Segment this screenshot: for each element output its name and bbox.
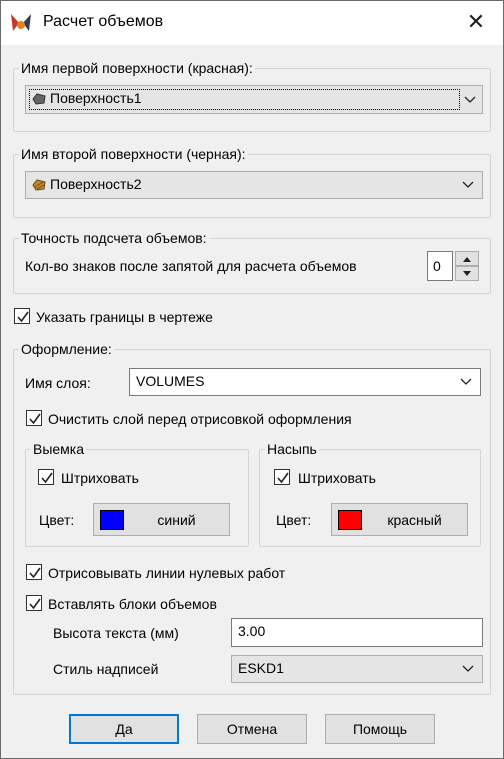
checkmark-icon [277, 472, 289, 484]
label-style-select[interactable]: ESKD1 [231, 655, 483, 683]
arrow-up-icon [463, 257, 471, 262]
zero-lines-checkbox[interactable] [26, 564, 42, 580]
layer-value: VOLUMES [136, 373, 205, 389]
cut-hatch-checkbox[interactable] [38, 469, 54, 485]
surface2-select[interactable]: Поверхность2 [25, 171, 483, 199]
insert-blocks-checkbox[interactable] [26, 595, 42, 611]
arrow-down-icon [463, 271, 471, 276]
cancel-button[interactable]: Отмена [197, 714, 307, 744]
label-style-value: ESKD1 [238, 660, 284, 676]
fill-color-button[interactable]: красный [331, 503, 468, 536]
surface2-value: Поверхность2 [50, 176, 142, 192]
digits-up-button[interactable] [455, 251, 479, 266]
fill-color-label: Цвет: [276, 512, 312, 528]
zero-lines-label[interactable]: Отрисовывать линии нулевых работ [48, 565, 285, 581]
clear-layer-label[interactable]: Очистить слой перед отрисовкой оформлени… [48, 411, 352, 427]
cut-color-button[interactable]: синий [93, 503, 230, 536]
fill-hatch-checkbox[interactable] [274, 469, 290, 485]
insert-blocks-label[interactable]: Вставлять блоки объемов [48, 596, 217, 612]
digits-value: 0 [433, 258, 441, 274]
chevron-down-icon [462, 181, 474, 188]
close-icon[interactable]: ✕ [461, 7, 491, 37]
label-style-label: Стиль надписей [53, 661, 159, 677]
cut-color-name: синий [157, 512, 196, 528]
cut-color-swatch [100, 510, 124, 530]
surface1-select[interactable]: Поверхность1 [25, 85, 483, 114]
layer-label: Имя слоя: [25, 375, 91, 391]
window-title: Расчет объемов [43, 13, 164, 30]
design-label: Оформление: [19, 341, 114, 357]
fill-label: Насыпь [265, 441, 319, 457]
surface1-value: Поверхность1 [50, 90, 142, 106]
chevron-down-icon [462, 665, 474, 672]
checkmark-icon [17, 311, 29, 323]
surface1-dropdown-button[interactable] [460, 88, 480, 109]
text-height-label: Высота текста (мм) [53, 625, 179, 641]
checkmark-icon [29, 598, 41, 610]
surface1-label: Имя первой поверхности (красная): [19, 60, 255, 76]
surface-icon [32, 178, 46, 192]
digits-down-button[interactable] [455, 266, 479, 281]
checkmark-icon [41, 472, 53, 484]
chevron-down-icon [460, 378, 472, 385]
dialog-window: Расчет объемов ✕ Имя первой поверхности … [0, 0, 504, 759]
chevron-down-icon [464, 96, 476, 103]
title-bar: Расчет объемов ✕ [1, 1, 503, 45]
checkmark-icon [29, 567, 41, 579]
checkmark-icon [29, 413, 41, 425]
fill-hatch-label[interactable]: Штриховать [298, 470, 376, 486]
clear-layer-checkbox[interactable] [26, 410, 42, 426]
cut-label: Выемка [31, 441, 87, 457]
text-height-value: 3.00 [238, 623, 266, 639]
show-bounds-checkbox[interactable] [14, 308, 30, 324]
fill-color-name: красный [387, 512, 442, 528]
show-bounds-label[interactable]: Указать границы в чертеже [36, 309, 213, 325]
text-height-input[interactable]: 3.00 [231, 618, 483, 647]
digits-label: Кол-во знаков после запятой для расчета … [25, 258, 357, 274]
surface2-label: Имя второй поверхности (черная): [19, 146, 248, 162]
layer-select[interactable]: VOLUMES [129, 368, 481, 396]
digits-spinbox[interactable]: 0 [427, 251, 453, 281]
precision-label: Точность подсчета объемов: [19, 230, 209, 246]
surface-icon [32, 92, 46, 106]
ok-button[interactable]: Да [69, 714, 179, 744]
cut-hatch-label[interactable]: Штриховать [61, 470, 139, 486]
fill-color-swatch [338, 510, 362, 530]
help-button[interactable]: Помощь [325, 714, 435, 744]
app-logo-icon [9, 11, 33, 35]
cut-color-label: Цвет: [39, 512, 75, 528]
